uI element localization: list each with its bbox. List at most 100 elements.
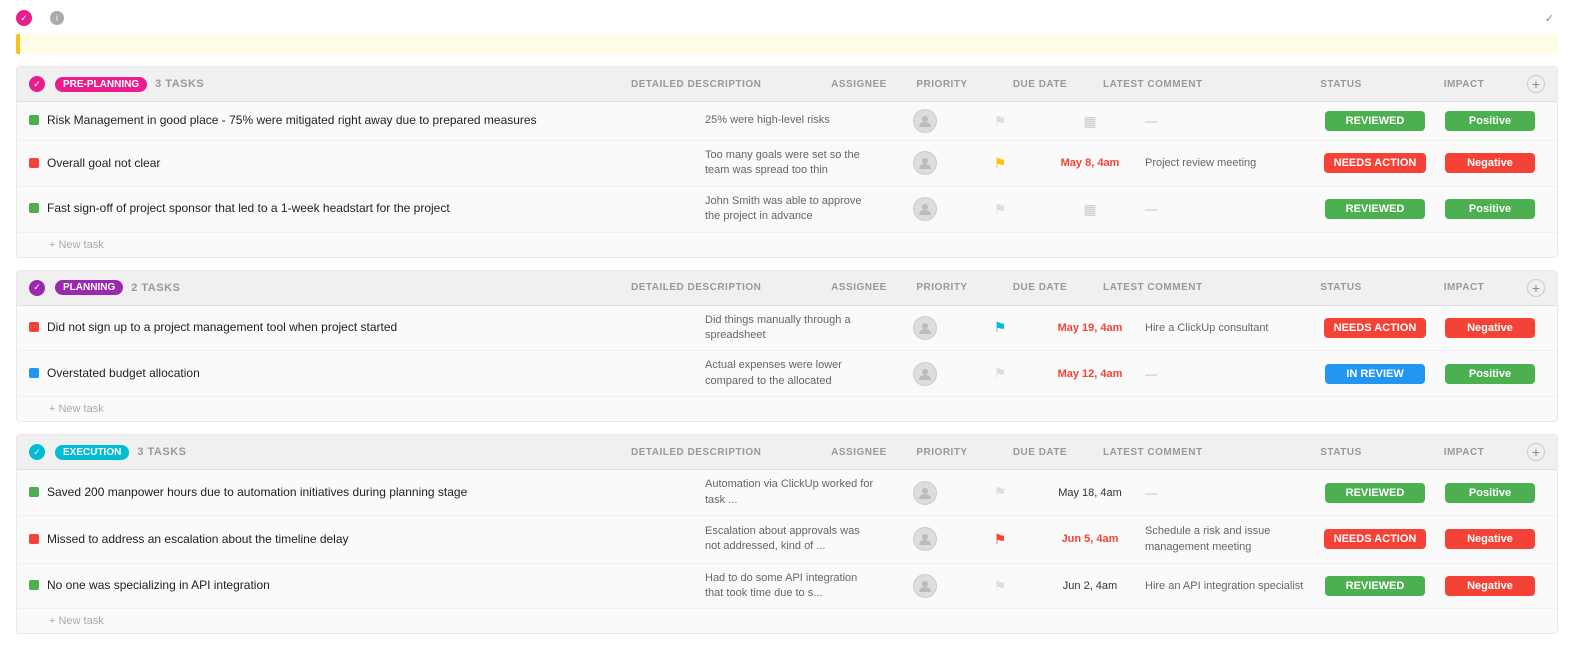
task-name[interactable]: Risk Management in good place - 75% were… — [47, 113, 537, 129]
status-cell: REVIEWED — [1315, 576, 1435, 596]
status-badge[interactable]: REVIEWED — [1325, 199, 1425, 219]
comment-dash: — — [1145, 202, 1157, 216]
task-color-dot — [29, 487, 39, 497]
avatar[interactable] — [913, 151, 937, 175]
impact-badge[interactable]: Negative — [1445, 576, 1535, 596]
impact-badge[interactable]: Negative — [1445, 529, 1535, 549]
priority-cell: ⚑ — [965, 155, 1035, 172]
priority-flag[interactable]: ⚑ — [994, 365, 1007, 382]
task-color-dot — [29, 203, 39, 213]
task-name-cell: Overstated budget allocation — [29, 366, 705, 382]
avatar[interactable] — [913, 574, 937, 598]
comment-dash: — — [1145, 486, 1157, 500]
priority-flag[interactable]: ⚑ — [994, 578, 1007, 595]
page-toggle[interactable]: ✓ — [16, 10, 32, 26]
task-color-dot — [29, 580, 39, 590]
table-row: Overall goal not clear Too many goals we… — [17, 141, 1557, 187]
avatar[interactable] — [913, 316, 937, 340]
section-tasks-count-execution: 3 TASKS — [137, 446, 186, 458]
section-tasks-count-pre-planning: 3 TASKS — [155, 78, 204, 90]
status-cell: REVIEWED — [1315, 199, 1435, 219]
assignee-cell — [885, 151, 965, 175]
section-header-execution: ✓ EXECUTION 3 TASKS DETAILED DESCRIPTION… — [17, 435, 1557, 470]
section-toggle-execution[interactable]: ✓ — [29, 444, 45, 460]
task-name[interactable]: Did not sign up to a project management … — [47, 320, 397, 336]
priority-flag[interactable]: ⚑ — [994, 113, 1007, 130]
comment-text: Hire a ClickUp consultant — [1145, 322, 1269, 334]
avatar[interactable] — [913, 481, 937, 505]
impact-cell: Negative — [1435, 529, 1545, 549]
impact-cell: Positive — [1435, 111, 1545, 131]
comment-text: Schedule a risk and issue management mee… — [1145, 525, 1270, 553]
avatar[interactable] — [913, 527, 937, 551]
task-name[interactable]: Overall goal not clear — [47, 156, 160, 172]
task-name-cell: Missed to address an escalation about th… — [29, 532, 705, 548]
table-row: Saved 200 manpower hours due to automati… — [17, 470, 1557, 516]
avatar[interactable] — [913, 362, 937, 386]
avatar[interactable] — [913, 109, 937, 133]
task-name[interactable]: Saved 200 manpower hours due to automati… — [47, 485, 467, 501]
priority-flag[interactable]: ⚑ — [994, 201, 1007, 218]
latest-comment-cell: — — [1145, 202, 1315, 216]
task-name-cell: Did not sign up to a project management … — [29, 320, 705, 336]
priority-cell: ⚑ — [965, 484, 1035, 501]
impact-badge[interactable]: Positive — [1445, 364, 1535, 384]
task-description: John Smith was able to approve the proje… — [705, 194, 885, 225]
section-add-btn-planning[interactable]: + — [1527, 279, 1545, 297]
section-add-btn-pre-planning[interactable]: + — [1527, 75, 1545, 93]
task-name[interactable]: Missed to address an escalation about th… — [47, 532, 349, 548]
impact-badge[interactable]: Positive — [1445, 199, 1535, 219]
priority-flag[interactable]: ⚑ — [994, 484, 1007, 501]
priority-flag[interactable]: ⚑ — [994, 319, 1007, 336]
task-color-dot — [29, 534, 39, 544]
new-task-row[interactable]: + New task — [17, 609, 1557, 633]
task-name[interactable]: Fast sign-off of project sponsor that le… — [47, 201, 450, 217]
task-name-cell: Risk Management in good place - 75% were… — [29, 113, 705, 129]
task-name-cell: Fast sign-off of project sponsor that le… — [29, 201, 705, 217]
section-toggle-pre-planning[interactable]: ✓ — [29, 76, 45, 92]
info-icon[interactable]: i — [50, 11, 64, 25]
section-add-btn-execution[interactable]: + — [1527, 443, 1545, 461]
latest-comment-cell: — — [1145, 486, 1315, 500]
comment-text: Hire an API integration specialist — [1145, 580, 1303, 592]
latest-comment-cell: Hire an API integration specialist — [1145, 578, 1315, 594]
comment-dash: — — [1145, 114, 1157, 128]
task-description: Had to do some API integration that took… — [705, 571, 885, 602]
task-name[interactable]: Overstated budget allocation — [47, 366, 200, 382]
task-description: 25% were high-level risks — [705, 113, 885, 128]
impact-cell: Positive — [1435, 364, 1545, 384]
impact-badge[interactable]: Negative — [1445, 318, 1535, 338]
status-badge[interactable]: IN REVIEW — [1325, 364, 1425, 384]
new-task-row[interactable]: + New task — [17, 397, 1557, 421]
status-badge[interactable]: REVIEWED — [1325, 111, 1425, 131]
status-badge[interactable]: NEEDS ACTION — [1324, 529, 1427, 549]
impact-badge[interactable]: Negative — [1445, 153, 1535, 173]
status-badge[interactable]: NEEDS ACTION — [1324, 153, 1427, 173]
task-name-cell: Saved 200 manpower hours due to automati… — [29, 485, 705, 501]
priority-flag[interactable]: ⚑ — [994, 531, 1007, 548]
status-badge[interactable]: NEEDS ACTION — [1324, 318, 1427, 338]
status-cell: NEEDS ACTION — [1315, 153, 1435, 173]
status-cell: REVIEWED — [1315, 111, 1435, 131]
task-name[interactable]: No one was specializing in API integrati… — [47, 578, 270, 594]
impact-cell: Negative — [1435, 576, 1545, 596]
section-execution: ✓ EXECUTION 3 TASKS DETAILED DESCRIPTION… — [16, 434, 1558, 634]
priority-cell: ⚑ — [965, 201, 1035, 218]
hide-closed-button[interactable]: ✓ — [1545, 12, 1558, 25]
status-badge[interactable]: REVIEWED — [1325, 576, 1425, 596]
impact-badge[interactable]: Positive — [1445, 111, 1535, 131]
impact-badge[interactable]: Positive — [1445, 483, 1535, 503]
due-date-value: May 18, 4am — [1058, 487, 1122, 499]
new-task-row[interactable]: + New task — [17, 233, 1557, 257]
priority-flag[interactable]: ⚑ — [994, 155, 1007, 172]
task-name-cell: Overall goal not clear — [29, 156, 705, 172]
task-color-dot — [29, 322, 39, 332]
due-date-icon: ▦ — [1083, 201, 1096, 218]
status-cell: REVIEWED — [1315, 483, 1435, 503]
impact-cell: Positive — [1435, 483, 1545, 503]
assignee-cell — [885, 574, 965, 598]
assignee-cell — [885, 316, 965, 340]
section-toggle-planning[interactable]: ✓ — [29, 280, 45, 296]
status-badge[interactable]: REVIEWED — [1325, 483, 1425, 503]
avatar[interactable] — [913, 197, 937, 221]
